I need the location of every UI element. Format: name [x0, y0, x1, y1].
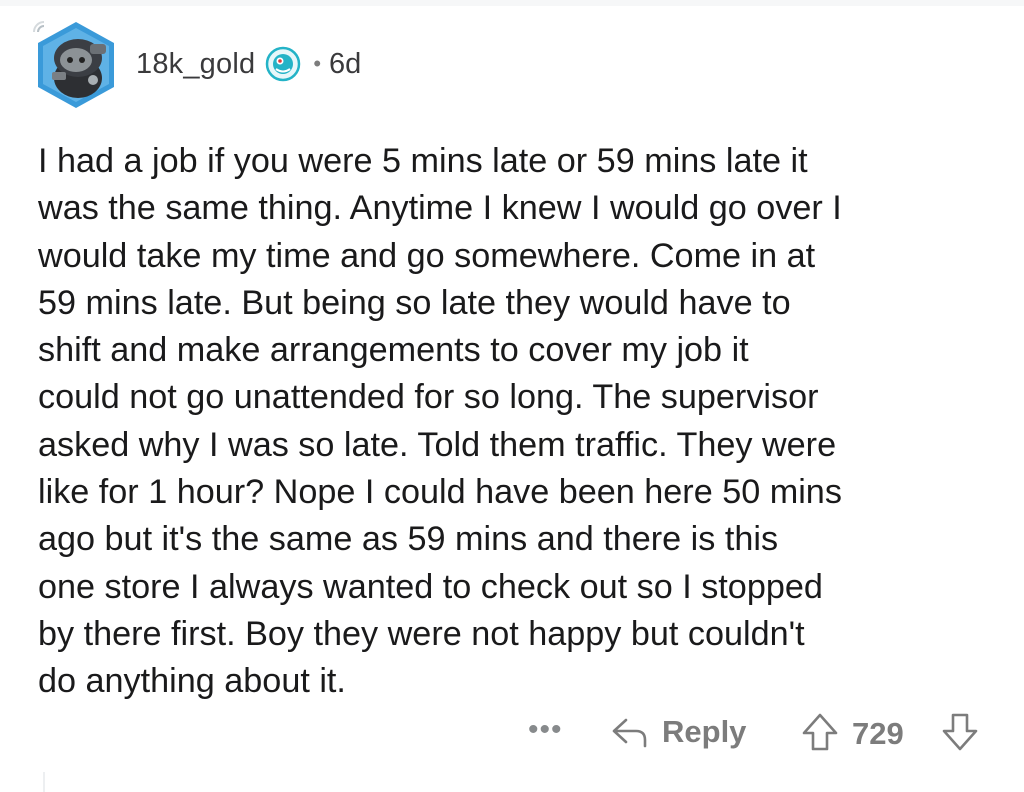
comment-header: 18k_gold • 6d [30, 14, 361, 114]
comment-body: I had a job if you were 5 mins late or 5… [38, 142, 842, 701]
vote-score: 729 [852, 716, 904, 751]
upvote-arrow-icon[interactable] [800, 712, 840, 752]
reply-button[interactable]: Reply [610, 714, 746, 750]
username[interactable]: 18k_gold [136, 48, 255, 81]
reply-arrow-icon [612, 718, 647, 748]
thread-line[interactable] [43, 772, 45, 792]
reply-label: Reply [662, 714, 747, 749]
achievement-badge-icon [266, 46, 301, 82]
comment-actions: ••• Reply 729 [0, 710, 1024, 760]
comment-age: 6d [329, 47, 362, 80]
meta-separator: • [313, 51, 322, 76]
avatar[interactable] [30, 18, 122, 110]
more-options-icon[interactable]: ••• [528, 715, 563, 745]
comment: 18k_gold • 6d I had a job if you were 5 … [0, 0, 1024, 792]
snoo-avatar-icon [33, 21, 114, 108]
downvote-arrow-icon[interactable] [940, 712, 980, 752]
